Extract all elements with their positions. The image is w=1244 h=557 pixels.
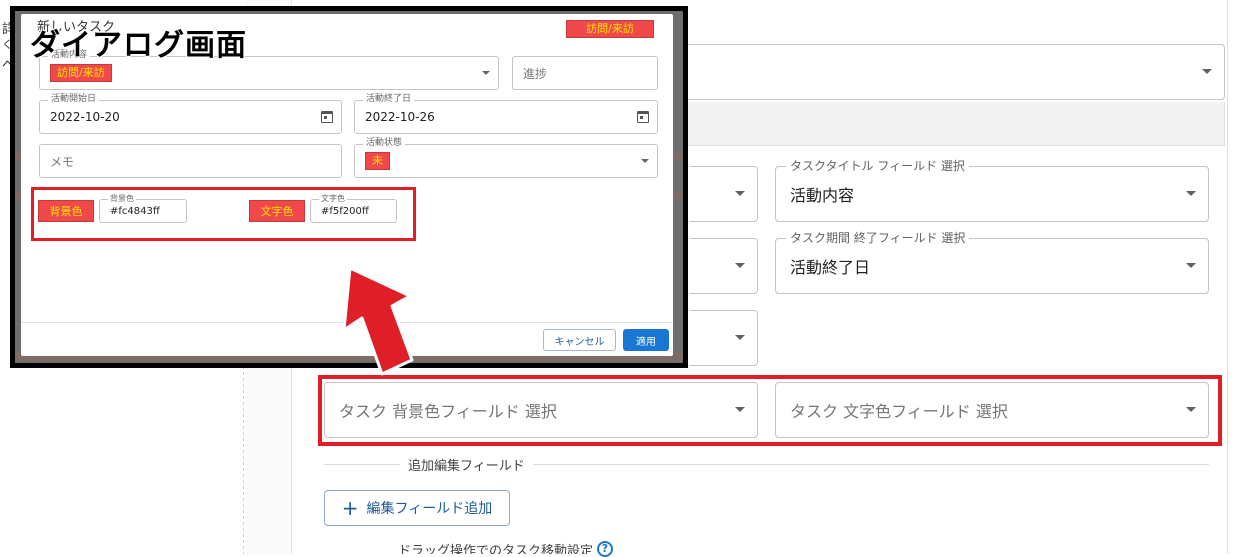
calendar-icon[interactable]: [637, 111, 649, 123]
task-title-field-value: 活動内容: [790, 186, 855, 205]
cancel-button[interactable]: キャンセル: [543, 329, 616, 351]
chevron-down-icon: [1186, 191, 1196, 196]
highlight-box-main: [318, 375, 1222, 446]
end-date-input[interactable]: 活動終了日 2022-10-26: [354, 94, 658, 134]
chevron-down-icon: [1202, 69, 1212, 74]
activity-content-badge: 訪問/来訪: [50, 64, 112, 82]
chevron-down-icon: [735, 335, 745, 340]
task-title-field-select[interactable]: タスクタイトル フィールド 選択 活動内容: [775, 159, 1209, 222]
left-select-1[interactable]: [690, 166, 758, 222]
add-edit-field-label: 編集フィールド追加: [366, 501, 493, 517]
red-arrow-icon: [342, 268, 414, 376]
help-icon[interactable]: ?: [597, 541, 613, 557]
start-date-value: 2022-10-20: [50, 110, 120, 124]
left-select-2[interactable]: [690, 238, 758, 294]
chevron-down-icon: [641, 159, 649, 163]
dialog-header-badge: 訪問/来訪: [566, 20, 654, 38]
left-select-3[interactable]: [690, 310, 758, 366]
status-badge: 未: [365, 152, 390, 170]
memo-placeholder: メモ: [50, 154, 75, 169]
task-end-field-value: 活動終了日: [790, 258, 871, 277]
additional-fields-title: 追加編集フィールド: [400, 455, 533, 474]
chevron-down-icon: [735, 263, 745, 268]
chevron-down-icon: [482, 71, 490, 75]
add-edit-field-button[interactable]: + 編集フィールド追加: [324, 490, 510, 526]
task-end-field-select[interactable]: タスク期間 終了フィールド 選択 活動終了日: [775, 231, 1209, 294]
memo-input[interactable]: メモ: [39, 144, 342, 178]
status-select[interactable]: 活動状態 未: [354, 138, 658, 178]
progress-placeholder: 進捗: [523, 66, 548, 81]
apply-button[interactable]: 適用: [623, 329, 669, 351]
panel-divider: [1227, 0, 1228, 554]
dialog-screen-label: ダイアログ画面: [30, 28, 247, 63]
highlight-box-dialog: [31, 187, 416, 241]
chevron-down-icon: [735, 191, 745, 196]
start-date-input[interactable]: 活動開始日 2022-10-20: [39, 94, 342, 134]
drag-setting-title: ドラッグ操作でのタスク移動設定: [398, 544, 594, 554]
chevron-down-icon: [1186, 263, 1196, 268]
calendar-icon[interactable]: [321, 111, 333, 123]
plus-icon: +: [341, 496, 359, 520]
end-date-value: 2022-10-26: [365, 110, 435, 124]
progress-input[interactable]: 進捗: [512, 56, 658, 90]
